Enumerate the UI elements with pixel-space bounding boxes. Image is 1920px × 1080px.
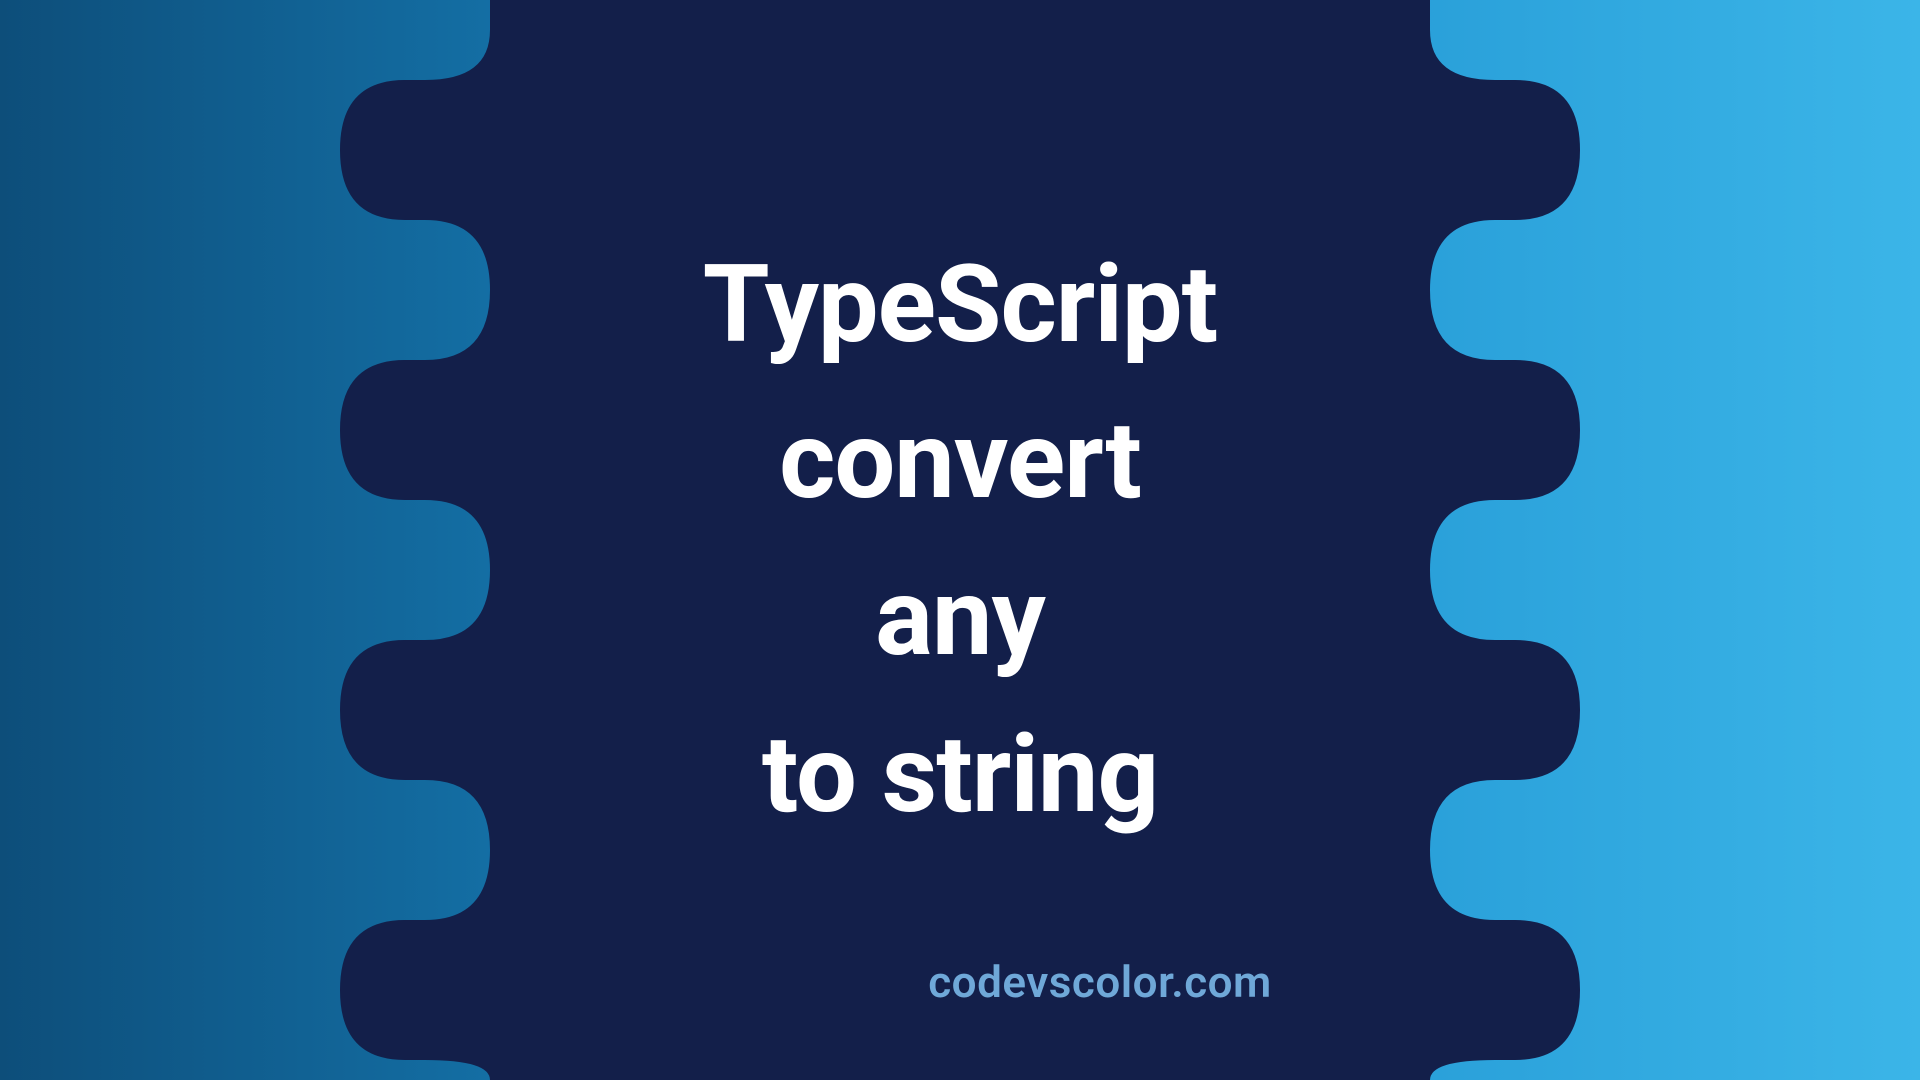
title-line-3: any <box>703 540 1217 697</box>
page-title: TypeScript convert any to string <box>703 227 1217 853</box>
title-line-1: TypeScript <box>703 227 1217 384</box>
title-line-2: convert <box>703 383 1217 540</box>
content-area: TypeScript convert any to string <box>0 0 1920 1080</box>
title-line-4: to string <box>703 697 1217 854</box>
footer-attribution: codevscolor.com <box>648 956 1272 1008</box>
